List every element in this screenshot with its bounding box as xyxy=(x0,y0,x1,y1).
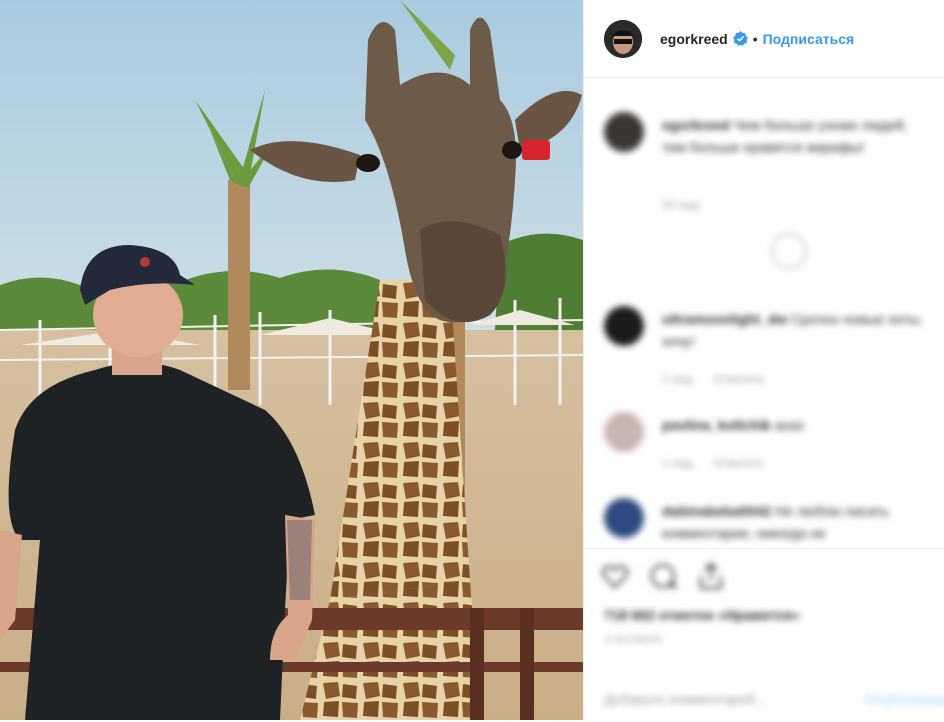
comment-time: 33 нед. xyxy=(662,198,703,212)
comment-reply-button[interactable]: Ответить xyxy=(713,372,764,386)
comment-meta: 1 нед. Ответить xyxy=(662,372,783,386)
author-avatar[interactable] xyxy=(604,19,642,58)
comment-time: 1 нед. xyxy=(662,456,696,470)
comment-body: ахах xyxy=(774,417,805,433)
comment-username[interactable]: egorkreed xyxy=(662,117,730,133)
comment-input[interactable]: Добавьте комментарий... xyxy=(604,691,766,707)
comment-avatar[interactable] xyxy=(604,112,644,152)
post-sidebar: egorkreed • Подписаться egorkreed Чем бо… xyxy=(583,0,944,720)
author-username[interactable]: egorkreed xyxy=(660,31,728,47)
post-actions: 718 662 отметок «Нравится» 3 ОКТЯБРЯ Доб… xyxy=(584,548,944,721)
comments-list: egorkreed Чем больше узнаю людей, тем бо… xyxy=(584,78,944,548)
post-timestamp: 3 ОКТЯБРЯ xyxy=(604,635,662,646)
comment-icon[interactable] xyxy=(648,561,678,591)
comment-avatar[interactable] xyxy=(604,412,644,452)
comment-time: 1 нед. xyxy=(662,372,696,386)
comment-meta: 1 нед. Ответить xyxy=(662,456,783,470)
load-more-icon[interactable] xyxy=(771,233,807,269)
comment-username[interactable]: ultramoonlight_dw xyxy=(662,311,787,327)
comment-username[interactable]: dabinabeba0042 xyxy=(662,503,771,519)
header-separator: • xyxy=(752,30,758,47)
comment-text: pavlina_koltchik ахах xyxy=(662,414,932,436)
comment-text: egorkreed Чем больше узнаю людей, тем бо… xyxy=(662,114,932,158)
comment-text: ultramoonlight_dw Срочно новые хиты, хоч… xyxy=(662,308,932,352)
follow-button[interactable]: Подписаться xyxy=(763,31,855,47)
post-image xyxy=(0,0,583,720)
post-header: egorkreed • Подписаться xyxy=(584,0,944,78)
comment-avatar[interactable] xyxy=(604,498,644,538)
add-comment-bar: Добавьте комментарий... Опубликовать xyxy=(584,674,944,722)
verified-badge-icon xyxy=(732,31,748,46)
heart-icon[interactable] xyxy=(600,561,630,591)
comment-username[interactable]: pavlina_koltchik xyxy=(662,417,771,433)
share-icon[interactable] xyxy=(696,561,726,591)
comment-text: dabinabeba0042 Не люблю писать комментар… xyxy=(662,500,932,544)
comment-reply-button[interactable]: Ответить xyxy=(713,456,764,470)
publish-button[interactable]: Опубликовать xyxy=(864,691,944,707)
comment-avatar[interactable] xyxy=(604,306,644,346)
comment-meta: 33 нед. xyxy=(662,198,720,212)
likes-count[interactable]: 718 662 отметок «Нравится» xyxy=(604,607,800,623)
post-photo[interactable] xyxy=(0,0,583,720)
action-icons xyxy=(600,561,726,591)
